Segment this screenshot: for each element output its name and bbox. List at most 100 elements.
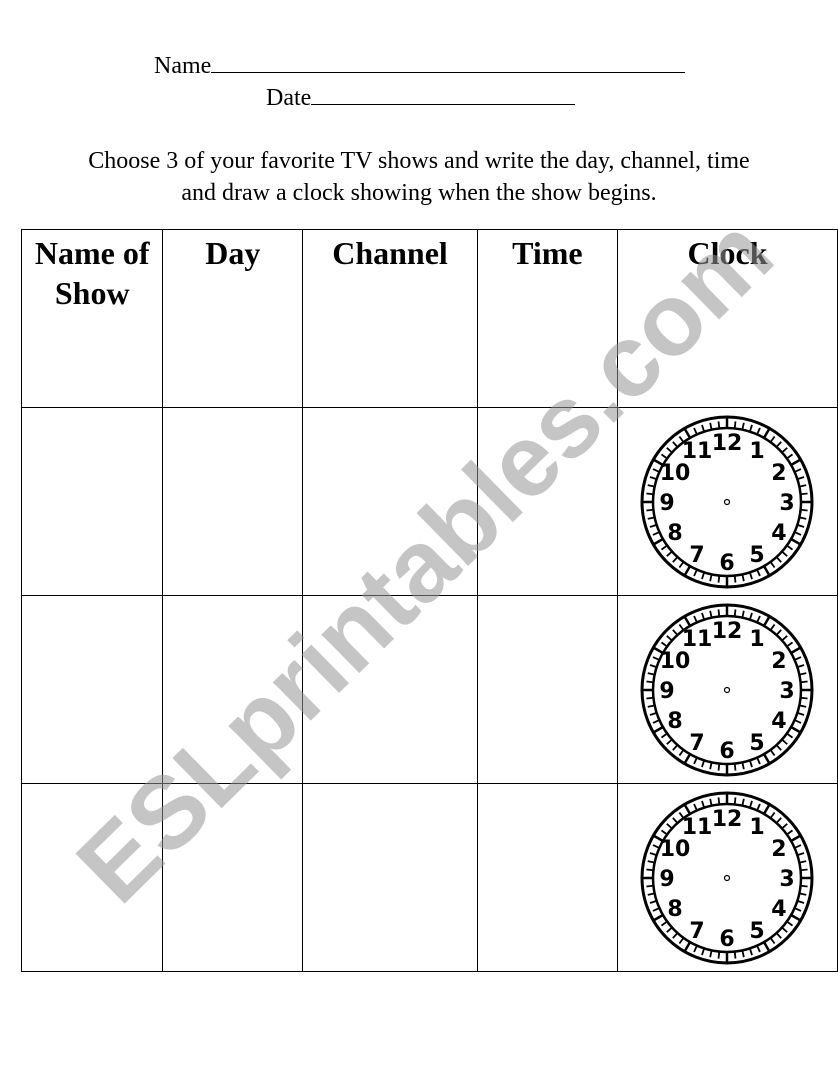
clock-number: 3 [780, 867, 795, 892]
clock-tick [718, 421, 721, 429]
date-line: Date [266, 82, 576, 112]
clock-number: 3 [780, 491, 795, 516]
clock-tick [741, 610, 746, 618]
clock-tick [797, 476, 805, 480]
clock-face-icon[interactable]: 12 12 3 45678 9 1011 [637, 788, 817, 968]
clock-number: 2 [772, 649, 787, 674]
clock-number: 4 [772, 521, 787, 546]
clock-tick [741, 950, 746, 958]
clock-tick [648, 484, 656, 488]
show-cell[interactable] [20, 595, 164, 784]
clock-tick [693, 945, 699, 953]
clock-tick [794, 468, 802, 473]
clock-number: 6 [720, 927, 735, 952]
clock-tick [650, 476, 658, 480]
clock-tick [794, 656, 802, 661]
time-cell[interactable] [476, 595, 618, 784]
clock-tick [786, 829, 794, 836]
clock-tick [781, 635, 789, 642]
clock-tick [756, 615, 762, 623]
clock-tick [661, 453, 669, 460]
clock-tick [653, 913, 665, 922]
clock-tick [797, 852, 805, 856]
date-blank[interactable] [311, 82, 576, 105]
clock-number: 7 [690, 543, 705, 568]
clock-face-icon[interactable]: 12 12 3 45678 9 1011 [637, 600, 817, 780]
clock-tick [741, 422, 746, 430]
clock-tick [693, 615, 699, 623]
clock-tick [701, 800, 706, 808]
clock-tick [672, 744, 679, 751]
clock-tick [666, 635, 674, 642]
clock-tick [770, 937, 776, 945]
clock-number: 11 [682, 627, 713, 652]
clock-tick [770, 561, 776, 569]
clock-tick [776, 556, 783, 563]
clock-tick [653, 719, 661, 724]
clock-tick [799, 860, 807, 864]
clock-tick [797, 900, 805, 904]
clock-tick [693, 427, 699, 435]
clock-tick [679, 937, 685, 945]
clock-tick [799, 892, 807, 896]
day-cell[interactable] [162, 407, 304, 596]
channel-cell[interactable] [302, 783, 478, 972]
clock-tick [781, 447, 789, 454]
clock-number: 6 [720, 551, 735, 576]
time-cell[interactable] [476, 407, 618, 596]
clock-number: 2 [772, 461, 787, 486]
show-cell[interactable] [20, 783, 164, 972]
instruction-line: and draw a clock showing when the show b… [181, 180, 657, 206]
clock-number: 8 [668, 709, 683, 734]
clock-number: 10 [660, 649, 691, 674]
clock-tick [763, 941, 772, 953]
col-clock: Clock [616, 229, 838, 408]
clock-face-icon[interactable]: 12 12 3 45678 9 1011 [637, 412, 817, 592]
channel-cell[interactable] [302, 407, 478, 596]
clock-tick [661, 829, 669, 836]
clock-tick [756, 569, 762, 577]
col-day: Day [162, 229, 304, 408]
time-cell[interactable] [476, 783, 618, 972]
clock-tick [734, 421, 737, 429]
clock-tick [749, 760, 754, 768]
clock-tick [646, 884, 654, 888]
clock-tick [786, 920, 794, 927]
clock-number: 9 [660, 679, 675, 704]
clock-tick [683, 615, 692, 627]
clock-tick [701, 572, 706, 580]
clock-number: 12 [712, 619, 743, 644]
clock-number: 11 [682, 439, 713, 464]
clock-tick [741, 574, 746, 582]
table-row: 12 1 2 3 4 5 6 7 8 9 10 11 [20, 783, 838, 972]
channel-cell[interactable] [302, 595, 478, 784]
day-cell[interactable] [162, 783, 304, 972]
clock-tick [646, 868, 654, 872]
clock-tick [666, 823, 674, 830]
clock-tick [661, 732, 669, 739]
clock-tick [749, 572, 754, 580]
clock-number: 5 [750, 919, 765, 944]
show-cell[interactable] [20, 407, 164, 596]
clock-tick [666, 926, 674, 933]
clock-tick [734, 951, 737, 959]
clock-tick [756, 945, 762, 953]
clock-tick [653, 468, 661, 473]
clock-tick [797, 712, 805, 716]
clock-tick [786, 641, 794, 648]
clock-tick [749, 612, 754, 620]
name-line: Name [154, 50, 686, 80]
clock-tick [749, 948, 754, 956]
clock-tick [646, 492, 654, 496]
clock-tick [661, 544, 669, 551]
clock-tick [790, 458, 802, 467]
name-blank[interactable] [211, 50, 686, 73]
clock-tick [776, 744, 783, 751]
clock-tick [797, 664, 805, 668]
clock-tick [794, 844, 802, 849]
day-cell[interactable] [162, 595, 304, 784]
clock-tick [749, 424, 754, 432]
clock-tick [734, 609, 737, 617]
clock-tick [770, 811, 776, 819]
clock-tick [653, 725, 665, 734]
